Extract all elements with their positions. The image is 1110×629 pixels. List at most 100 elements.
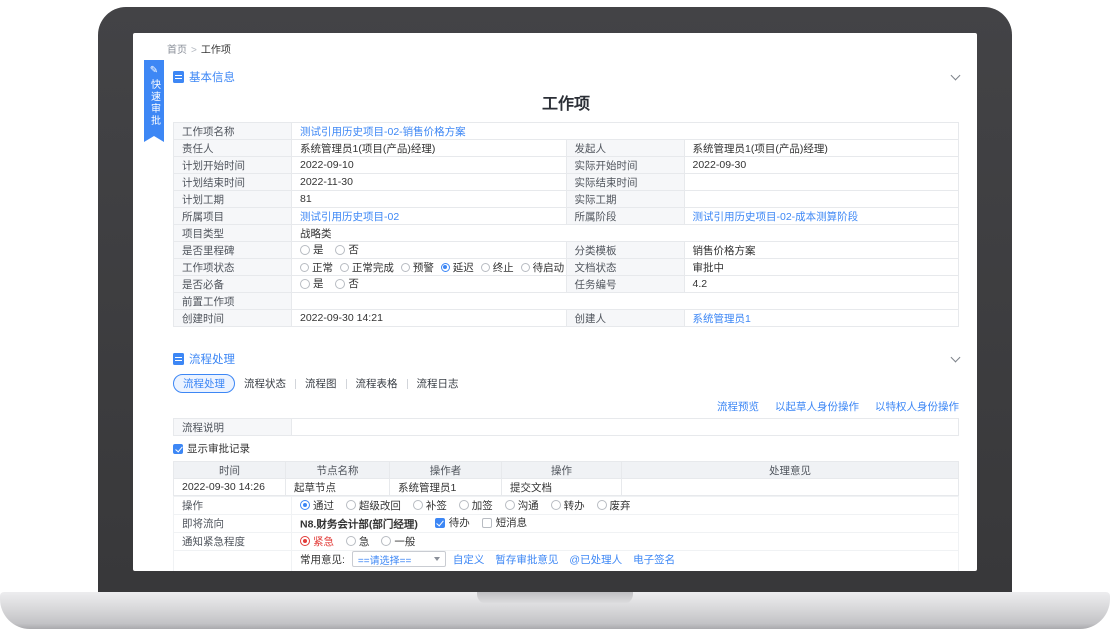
esignature-link[interactable]: 电子签名 <box>633 552 675 567</box>
radio-option[interactable]: 一般 <box>381 534 415 549</box>
radio-label: 超级改回 <box>359 498 401 513</box>
mention-handler-link[interactable]: @已处理人 <box>569 552 622 567</box>
radio-label: 否 <box>348 276 359 291</box>
radio-option[interactable]: 待启动 <box>521 260 565 275</box>
table-row: 通知紧急程度 紧急 急 一般 <box>174 533 959 551</box>
radio-option[interactable]: 否 <box>335 276 359 291</box>
table-row: 计划开始时间 2022-09-10 实际开始时间 2022-09-30 <box>174 157 959 174</box>
radio-option[interactable]: 沟通 <box>505 498 539 513</box>
field-value <box>292 419 959 436</box>
approval-form: 操作 通过 超级改回 补签 加签 沟通 转办 废弃 即将流向 <box>173 496 959 571</box>
tab-process-status[interactable]: 流程状态 <box>235 376 295 391</box>
common-opinion-select[interactable]: ==请选择== <box>352 551 446 567</box>
field-label: 通知紧急程度 <box>174 533 292 551</box>
field-label: 文档状态 <box>566 259 684 276</box>
radio-option[interactable]: 正常 <box>300 260 333 275</box>
field-value <box>292 293 959 310</box>
field-value <box>684 191 959 208</box>
table-row: 责任人 系统管理员1(项目(产品)经理) 发起人 系统管理员1(项目(产品)经理… <box>174 140 959 157</box>
breadcrumb-home[interactable]: 首页 <box>167 45 187 56</box>
radio-icon <box>346 500 356 510</box>
basic-info-title: 基本信息 <box>189 69 235 85</box>
radio-icon <box>551 500 561 510</box>
workitem-name-link[interactable]: 测试引用历史项目-02-销售价格方案 <box>300 126 466 138</box>
radio-option[interactable]: 补签 <box>413 498 447 513</box>
radio-label: 预警 <box>413 260 434 275</box>
quick-approve-ribbon[interactable]: ✎ 快速审批 <box>144 60 164 142</box>
field-label: 工作项状态 <box>174 259 292 276</box>
field-label: 分类模板 <box>566 242 684 259</box>
radio-checked-icon <box>300 500 310 510</box>
quick-approve-label: 快速审批 <box>147 79 162 127</box>
process-tabs: 流程处理 流程状态 流程图 流程表格 流程日志 <box>173 374 959 393</box>
field-value: 系统管理员1(项目(产品)经理) <box>292 140 567 157</box>
field-label: 责任人 <box>174 140 292 157</box>
field-label: 流程说明 <box>174 419 292 436</box>
radio-icon <box>346 536 356 546</box>
field-label: 是否必备 <box>174 276 292 293</box>
radio-icon <box>401 263 410 272</box>
checkbox-label: 待办 <box>449 515 470 530</box>
pencil-icon: ✎ <box>144 65 164 77</box>
tab-process-log[interactable]: 流程日志 <box>408 376 468 391</box>
phase-link[interactable]: 测试引用历史项目-02-成本测算阶段 <box>693 211 859 223</box>
radio-icon <box>381 536 391 546</box>
show-records-toggle[interactable]: 显示审批记录 <box>173 441 959 456</box>
radio-option-selected[interactable]: 延迟 <box>441 260 474 275</box>
field-label: 是否里程碑 <box>174 242 292 259</box>
field-value: 系统管理员1(项目(产品)经理) <box>684 140 959 157</box>
table-row: 是否必备 是 否 任务编号 4.2 <box>174 276 959 293</box>
radio-option-selected[interactable]: 通过 <box>300 498 334 513</box>
required-radio-group: 是 否 <box>292 276 567 293</box>
radio-option[interactable]: 预警 <box>401 260 434 275</box>
radio-option[interactable]: 是 <box>300 276 324 291</box>
radio-icon <box>597 500 607 510</box>
radio-checked-icon <box>441 263 450 272</box>
save-draft-opinion-link[interactable]: 暂存审批意见 <box>495 552 558 567</box>
action-radio-group: 通过 超级改回 补签 加签 沟通 转办 废弃 <box>292 497 959 515</box>
process-preview-link[interactable]: 流程预览 <box>717 399 759 414</box>
radio-icon <box>505 500 515 510</box>
tab-process-table[interactable]: 流程表格 <box>347 376 407 391</box>
tab-process-diagram[interactable]: 流程图 <box>296 376 346 391</box>
act-as-privileged-link[interactable]: 以特权人身份操作 <box>875 399 959 414</box>
common-opinion-row: 常用意见: ==请选择== 自定义 暂存审批意见 @已处理人 电子签名 <box>300 551 950 567</box>
checkbox-icon <box>482 518 492 528</box>
breadcrumb: 首页>工作项 <box>167 41 959 60</box>
radio-option-selected[interactable]: 紧急 <box>300 534 334 549</box>
radio-option[interactable]: 废弃 <box>597 498 631 513</box>
radio-option[interactable]: 是 <box>300 242 324 257</box>
act-as-drafter-link[interactable]: 以起草人身份操作 <box>775 399 859 414</box>
todo-checkbox[interactable]: 待办 <box>435 515 470 530</box>
process-section-header: 流程处理 <box>173 351 959 367</box>
radio-option[interactable]: 终止 <box>481 260 514 275</box>
field-label: 创建时间 <box>174 310 292 327</box>
sms-checkbox[interactable]: 短消息 <box>482 515 528 530</box>
column-header: 操作 <box>502 462 622 479</box>
opinion-cell: 常用意见: ==请选择== 自定义 暂存审批意见 @已处理人 电子签名 <box>292 551 959 572</box>
custom-opinion-link[interactable]: 自定义 <box>453 552 485 567</box>
chevron-down-icon[interactable] <box>951 352 961 362</box>
field-value <box>684 174 959 191</box>
radio-option[interactable]: 加签 <box>459 498 493 513</box>
record-row: 2022-09-30 14:26 起草节点 系统管理员1 提交文档 <box>174 479 959 496</box>
flow-target-value: N8.财务会计部(部门经理) <box>300 519 418 531</box>
radio-option[interactable]: 转办 <box>551 498 585 513</box>
laptop-base <box>0 592 1110 629</box>
project-link[interactable]: 测试引用历史项目-02 <box>300 211 399 223</box>
radio-label: 急 <box>359 534 370 549</box>
radio-label: 是 <box>313 242 324 257</box>
common-opinion-label: 常用意见: <box>300 552 345 567</box>
field-label: 实际开始时间 <box>566 157 684 174</box>
radio-option[interactable]: 否 <box>335 242 359 257</box>
radio-option[interactable]: 超级改回 <box>346 498 401 513</box>
chevron-down-icon[interactable] <box>951 70 961 80</box>
tab-process-handle[interactable]: 流程处理 <box>173 374 235 393</box>
radio-icon <box>413 500 423 510</box>
creator-link[interactable]: 系统管理员1 <box>693 313 751 325</box>
field-value: 审批中 <box>684 259 959 276</box>
radio-option[interactable]: 正常完成 <box>340 260 394 275</box>
radio-label: 转办 <box>564 498 585 513</box>
field-label: 计划开始时间 <box>174 157 292 174</box>
radio-option[interactable]: 急 <box>346 534 370 549</box>
